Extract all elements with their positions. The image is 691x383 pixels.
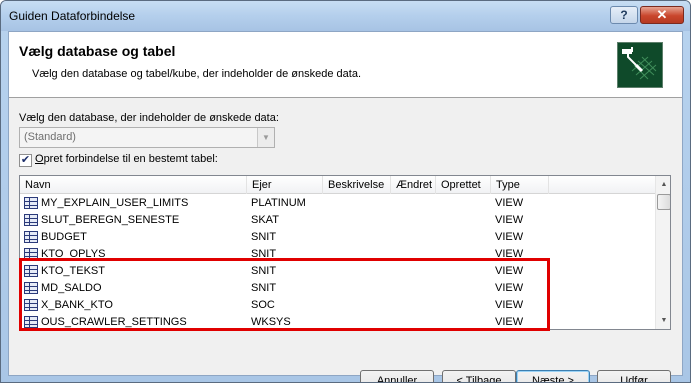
finish-button[interactable]: Udfør (597, 370, 671, 382)
row-type: VIEW (495, 248, 524, 260)
row-owner: PLATINUM (251, 197, 306, 209)
row-type: VIEW (495, 282, 524, 294)
table-icon (24, 282, 38, 294)
row-type: VIEW (495, 197, 524, 209)
dialog-body: Vælg database og tabel Vælg den database… (8, 31, 683, 382)
row-owner: SNIT (251, 282, 277, 294)
page-title: Vælg database og tabel (19, 43, 176, 59)
row-owner: WKSYS (251, 316, 291, 328)
chevron-down-icon[interactable]: ▼ (257, 128, 274, 147)
table-row[interactable]: MY_EXPLAIN_USER_LIMITS PLATINUM VIEW (20, 195, 655, 212)
window-title: Guiden Dataforbindelse (9, 9, 136, 23)
column-header-created[interactable]: Oprettet (436, 176, 491, 194)
wizard-window: Guiden Dataforbindelse ? ✕ Vælg database… (0, 0, 691, 383)
database-select[interactable]: (Standard) ▼ (19, 127, 275, 148)
scroll-down-arrow-icon[interactable]: ▼ (656, 312, 670, 329)
table-row[interactable]: X_BANK_KTO SOC VIEW (20, 297, 655, 314)
table-icon (24, 231, 38, 243)
cancel-button[interactable]: Annuller (360, 370, 434, 382)
column-header-type[interactable]: Type (491, 176, 549, 194)
table-row[interactable]: BUDGET SNIT VIEW (20, 229, 655, 246)
table-icon (24, 248, 38, 260)
vertical-scrollbar[interactable]: ▲ ▼ (655, 176, 670, 329)
table-rows: MY_EXPLAIN_USER_LIMITS PLATINUM VIEW SLU… (20, 195, 655, 329)
data-connection-icon (617, 42, 663, 88)
scroll-thumb[interactable] (657, 194, 670, 210)
table-row[interactable]: MD_SALDO SNIT VIEW (20, 280, 655, 297)
connect-specific-table-checkbox[interactable]: ✔ (19, 154, 32, 167)
row-type: VIEW (495, 231, 524, 243)
row-name: SLUT_BEREGN_SENESTE (41, 214, 180, 226)
table-list[interactable]: Navn Ejer Beskrivelse Ændret Oprettet Ty… (19, 175, 671, 330)
row-name: X_BANK_KTO (41, 299, 113, 311)
table-icon (24, 214, 38, 226)
column-header-modified[interactable]: Ændret (391, 176, 436, 194)
row-type: VIEW (495, 316, 524, 328)
table-row[interactable]: KTO_OPLYS SNIT VIEW (20, 246, 655, 263)
column-header-name[interactable]: Navn (20, 176, 247, 194)
next-button[interactable]: Næste > (516, 370, 590, 382)
table-list-header: Navn Ejer Beskrivelse Ændret Oprettet Ty… (20, 176, 655, 194)
row-owner: SNIT (251, 265, 277, 277)
close-button[interactable]: ✕ (640, 6, 684, 24)
row-owner: SNIT (251, 231, 277, 243)
row-owner: SOC (251, 299, 275, 311)
table-row[interactable]: SLUT_BEREGN_SENESTE SKAT VIEW (20, 212, 655, 229)
wizard-header: Vælg database og tabel Vælg den database… (9, 32, 682, 98)
connect-specific-table-label[interactable]: Opret forbindelse til en bestemt tabel: (35, 153, 218, 165)
database-label: Vælg den database, der indeholder de øns… (19, 112, 279, 124)
table-icon (24, 265, 38, 277)
table-icon (24, 197, 38, 209)
table-row[interactable]: OUS_CRAWLER_SETTINGS WKSYS VIEW (20, 314, 655, 329)
page-subtitle: Vælg den database og tabel/kube, der ind… (32, 68, 362, 80)
row-type: VIEW (495, 265, 524, 277)
title-bar: Guiden Dataforbindelse ? ✕ (1, 1, 690, 31)
row-name: OUS_CRAWLER_SETTINGS (41, 316, 187, 328)
row-name: KTO_OPLYS (41, 248, 106, 260)
help-button[interactable]: ? (610, 6, 638, 24)
row-name: BUDGET (41, 231, 87, 243)
table-icon (24, 316, 38, 328)
row-type: VIEW (495, 299, 524, 311)
row-name: KTO_TEKST (41, 265, 105, 277)
back-button[interactable]: < Tilbage (442, 370, 516, 382)
column-header-owner[interactable]: Ejer (247, 176, 323, 194)
row-type: VIEW (495, 214, 524, 226)
database-select-value: (Standard) (24, 131, 76, 143)
table-icon (24, 299, 38, 311)
table-row[interactable]: KTO_TEKST SNIT VIEW (20, 263, 655, 280)
scroll-up-arrow-icon[interactable]: ▲ (656, 176, 670, 193)
row-name: MY_EXPLAIN_USER_LIMITS (41, 197, 189, 209)
row-owner: SKAT (251, 214, 279, 226)
column-header-description[interactable]: Beskrivelse (323, 176, 391, 194)
row-name: MD_SALDO (41, 282, 102, 294)
row-owner: SNIT (251, 248, 277, 260)
